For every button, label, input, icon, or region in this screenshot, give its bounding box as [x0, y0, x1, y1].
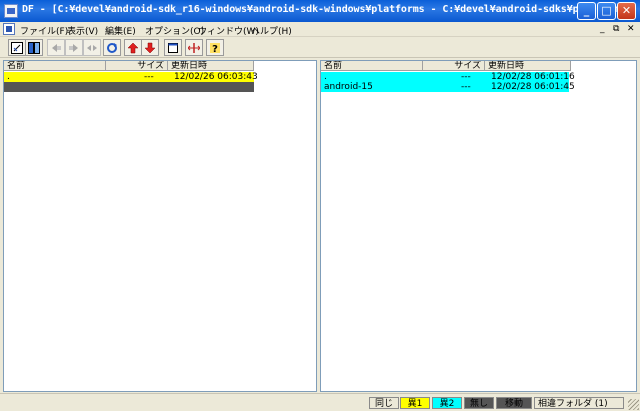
copy-both-icon[interactable] — [83, 39, 101, 56]
menu-bar: ファイル(F) 表示(V) 編集(E) オプション(O) ウィンドウ(W) ヘル… — [0, 22, 640, 37]
left-file-pane[interactable]: 名前 サイズ 更新日時 . --- 12/02/26 06:03:43 — [3, 60, 317, 392]
legend-moved: 移動 — [496, 397, 532, 409]
row-date: 12/02/28 06:01:16 — [491, 72, 575, 82]
split-icon[interactable] — [185, 39, 203, 56]
row-name: android-15 — [324, 82, 373, 92]
close-button[interactable]: ✕ — [617, 2, 636, 20]
menu-options[interactable]: オプション(O) — [145, 24, 204, 37]
legend-none: 無し — [464, 397, 494, 409]
row-size: --- — [461, 82, 471, 92]
row-date: 12/02/26 06:03:43 — [174, 72, 258, 82]
menu-help[interactable]: ヘルプ(H) — [251, 24, 292, 37]
left-col-date[interactable]: 更新日時 — [168, 61, 254, 71]
right-file-pane[interactable]: 名前 サイズ 更新日時 . --- 12/02/28 06:01:16 andr… — [320, 60, 637, 392]
left-col-name[interactable]: 名前 — [4, 61, 106, 71]
maximize-button[interactable]: □ — [597, 2, 616, 20]
window-icon[interactable] — [164, 39, 182, 56]
resize-grip[interactable] — [628, 399, 639, 410]
mdi-restore-button[interactable]: ⧉ — [613, 24, 619, 34]
status-info: 相違フォルダ (1) — [534, 397, 624, 409]
right-header: 名前 サイズ 更新日時 — [321, 61, 571, 71]
toolbar: ? — [0, 37, 640, 58]
menu-view[interactable]: 表示(V) — [67, 24, 98, 37]
right-col-name[interactable]: 名前 — [321, 61, 423, 71]
svg-text:?: ? — [212, 44, 218, 54]
menu-edit[interactable]: 編集(E) — [105, 24, 136, 37]
row-size: --- — [461, 72, 471, 82]
left-col-size[interactable]: サイズ — [106, 61, 168, 71]
table-row[interactable]: android-15 --- 12/02/28 06:01:45 — [321, 82, 575, 92]
compare-icon[interactable] — [25, 39, 43, 56]
row-name: . — [324, 72, 327, 82]
left-header: 名前 サイズ 更新日時 — [4, 61, 254, 71]
right-col-size[interactable]: サイズ — [423, 61, 485, 71]
copy-left-icon[interactable] — [47, 39, 65, 56]
refresh-icon[interactable] — [103, 39, 121, 56]
mdi-close-button[interactable]: ✕ — [627, 24, 635, 34]
table-row[interactable]: . --- 12/02/26 06:03:43 — [4, 72, 258, 82]
right-col-date[interactable]: 更新日時 — [485, 61, 571, 71]
move-down-icon[interactable] — [141, 39, 159, 56]
window-title: DF - [C:¥devel¥android-sdk_r16-windows¥a… — [22, 4, 632, 15]
copy-right-icon[interactable] — [65, 39, 83, 56]
table-row[interactable]: . --- 12/02/28 06:01:16 — [321, 72, 575, 82]
minimize-button[interactable]: _ — [577, 2, 596, 20]
legend-same: 同じ — [369, 397, 399, 409]
legend-diff2: 異2 — [432, 397, 462, 409]
menu-file[interactable]: ファイル(F) — [20, 24, 68, 37]
row-date: 12/02/28 06:01:45 — [491, 82, 575, 92]
status-bar: 同じ 異1 異2 無し 移動 相違フォルダ (1) — [0, 393, 640, 411]
title-bar[interactable]: DF - [C:¥devel¥android-sdk_r16-windows¥a… — [0, 0, 640, 22]
help-icon[interactable]: ? — [206, 39, 224, 56]
menu-window[interactable]: ウィンドウ(W) — [198, 24, 259, 37]
mdi-minimize-button[interactable]: _ — [600, 24, 605, 34]
legend-diff1: 異1 — [400, 397, 430, 409]
move-up-icon[interactable] — [124, 39, 142, 56]
open-folders-icon[interactable] — [8, 39, 26, 56]
table-row[interactable] — [4, 82, 254, 92]
row-name: . — [7, 72, 10, 82]
document-icon[interactable] — [3, 23, 15, 35]
app-icon[interactable] — [4, 4, 18, 18]
row-size: --- — [144, 72, 154, 82]
